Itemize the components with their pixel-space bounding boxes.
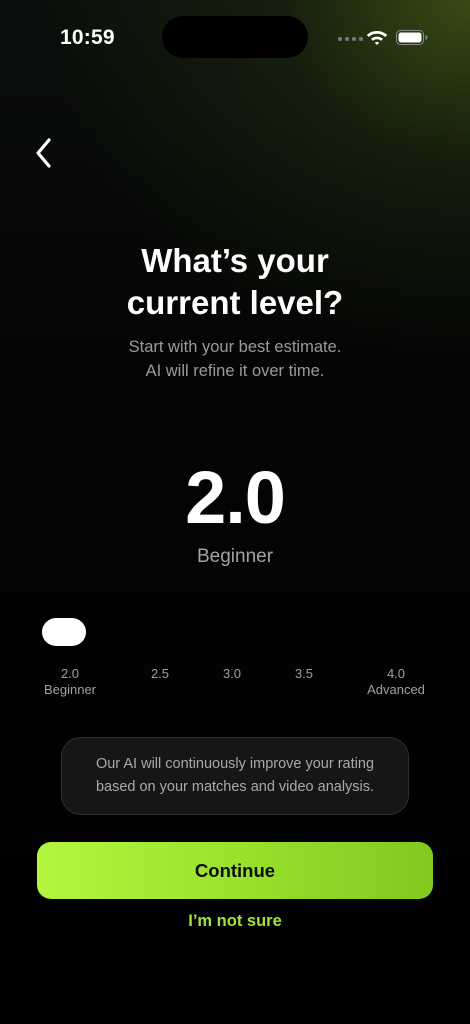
level-label: Beginner xyxy=(196,546,274,567)
slider-tick: 3.0 xyxy=(222,666,242,681)
level-value: 2.0 xyxy=(185,456,286,539)
continue-button[interactable]: Continue xyxy=(37,842,433,899)
slider-tick: 4.0 Advanced xyxy=(367,666,425,697)
status-time: 10:59 xyxy=(60,26,115,49)
slider-tick: 3.5 xyxy=(294,666,314,681)
info-box: Our AI will continuously improve your ra… xyxy=(61,737,409,815)
cellular-signal-icon xyxy=(338,37,363,41)
level-slider[interactable] xyxy=(42,618,428,646)
back-button[interactable] xyxy=(28,134,60,172)
page-subtitle: Start with your best estimate. AI will r… xyxy=(128,338,342,380)
info-text: Our AI will continuously improve your ra… xyxy=(95,756,375,795)
page-title: What’s your current level? xyxy=(126,242,344,321)
dynamic-island xyxy=(162,16,308,58)
wifi-icon xyxy=(366,31,388,45)
battery-icon xyxy=(396,30,428,45)
chevron-left-icon xyxy=(36,138,51,168)
slider-tick: 2.0 Beginner xyxy=(43,666,97,697)
slider-tick: 2.5 xyxy=(150,666,170,681)
slider-thumb[interactable] xyxy=(42,618,86,646)
not-sure-link[interactable]: I’m not sure xyxy=(0,912,470,931)
